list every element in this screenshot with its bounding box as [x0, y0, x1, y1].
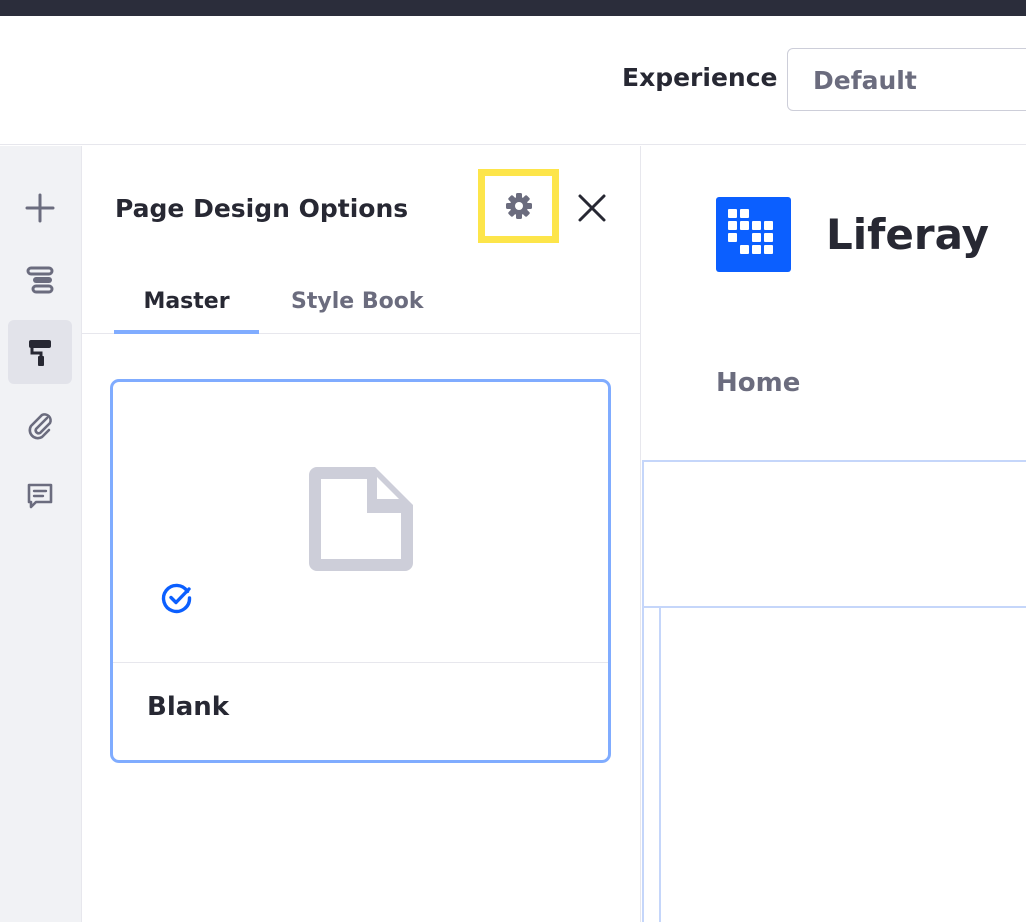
- experience-select-value: Default: [813, 66, 917, 95]
- site-name: Liferay: [826, 210, 990, 259]
- liferay-logo: [716, 197, 791, 272]
- settings-button-highlight[interactable]: [478, 169, 559, 243]
- sidebar-item-add[interactable]: [8, 176, 72, 240]
- experience-label: Experience: [622, 63, 778, 92]
- paperclip-icon: [28, 413, 52, 440]
- plus-icon: [25, 193, 55, 223]
- master-card-blank[interactable]: Blank: [110, 379, 611, 763]
- page-structure-icon: [26, 266, 54, 294]
- close-panel-button[interactable]: [572, 188, 612, 228]
- page-design-options-panel: Page Design Options Master Style Book Bl…: [82, 146, 641, 922]
- comments-icon: [27, 483, 53, 509]
- tab-style-book[interactable]: Style Book: [291, 289, 423, 334]
- layout-column[interactable]: [659, 608, 661, 922]
- panel-title: Page Design Options: [115, 194, 409, 223]
- check-circle-icon: [161, 583, 192, 614]
- gear-icon: [505, 193, 532, 219]
- settings-button[interactable]: [485, 176, 552, 236]
- panel-tabs: Master Style Book: [82, 276, 641, 334]
- layout-container[interactable]: [642, 460, 1026, 922]
- layout-row-divider: [644, 606, 1026, 608]
- card-title: Blank: [147, 692, 230, 722]
- close-icon: [578, 194, 606, 222]
- tab-master[interactable]: Master: [114, 289, 259, 334]
- sidebar-rail: [0, 146, 82, 922]
- liferay-logo-icon: [728, 209, 773, 254]
- experience-toolbar: Experience Default: [0, 16, 1026, 145]
- experience-select[interactable]: Default: [787, 48, 1026, 111]
- nav-item-home[interactable]: Home: [716, 368, 800, 398]
- sidebar-item-page-design[interactable]: [8, 320, 72, 384]
- card-preview: [113, 382, 608, 663]
- document-icon: [309, 467, 413, 571]
- top-dark-bar: [0, 0, 1026, 16]
- sidebar-item-attachments[interactable]: [8, 392, 72, 456]
- page-canvas: Liferay Home: [642, 146, 1026, 922]
- sidebar-item-page-structure[interactable]: [8, 248, 72, 312]
- paint-roller-icon: [29, 340, 51, 366]
- sidebar-item-comments[interactable]: [8, 464, 72, 528]
